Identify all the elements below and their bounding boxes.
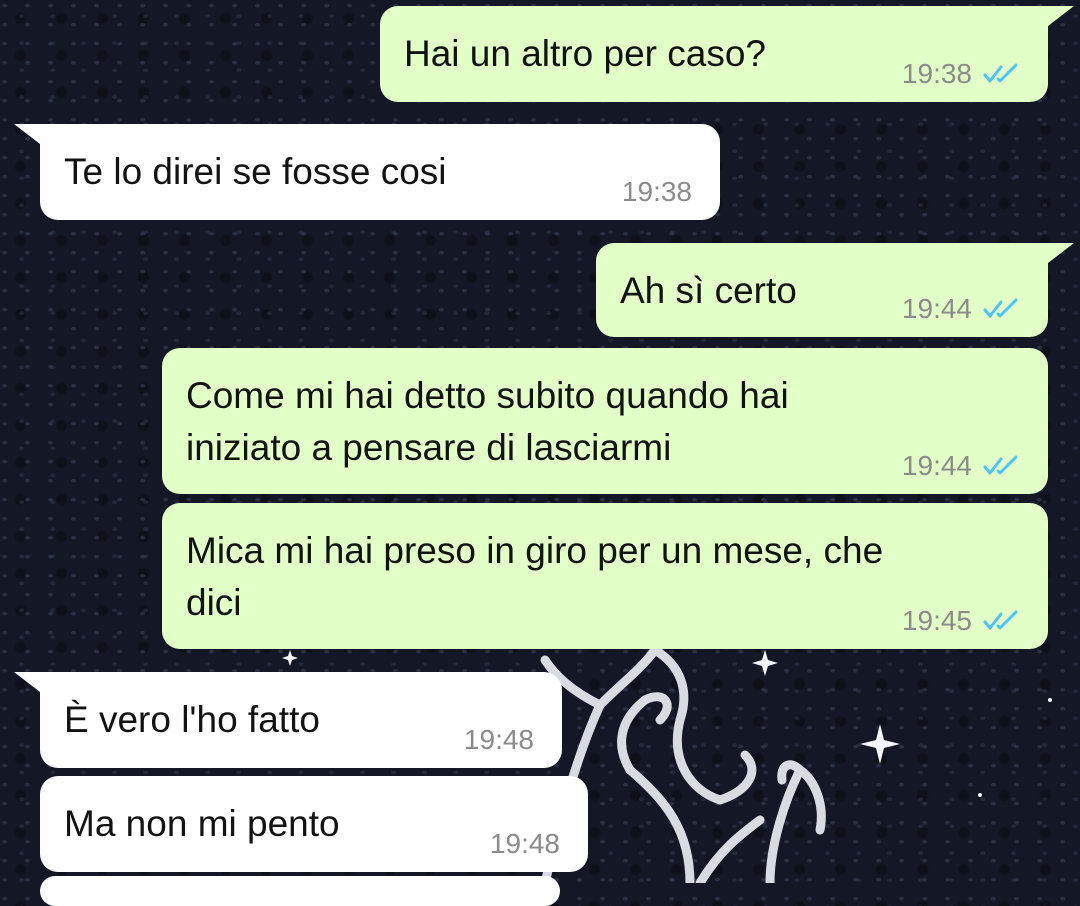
message-timestamp: 19:45 <box>901 605 972 636</box>
message-bubble-incoming[interactable]: È vero l'ho fatto 19:48 <box>14 672 562 768</box>
message-bubble-incoming[interactable]: Ma non mi pento 19:48 <box>40 776 588 872</box>
message-bubble-incoming[interactable]: Te lo direi se fosse cosi 19:38 <box>14 124 720 220</box>
double-check-icon <box>983 610 1018 630</box>
message-meta: 19:38 <box>622 176 692 208</box>
double-check-icon <box>983 298 1018 318</box>
message-meta: 19:48 <box>490 828 560 860</box>
message-timestamp: 19:38 <box>901 58 972 89</box>
message-text: Come mi hai detto subito quando hai iniz… <box>186 375 789 468</box>
message-text: Hai un altro per caso? <box>404 33 766 74</box>
message-bubble-outgoing[interactable]: Hai un altro per caso? 19:38 <box>380 6 1074 102</box>
message-meta: 19:38 <box>902 58 1022 90</box>
message-bubble-outgoing[interactable]: Mica mi hai preso in giro per un mese, c… <box>162 503 1048 649</box>
message-text: Ah sì certo <box>620 270 797 311</box>
message-text: Mica mi hai preso in giro per un mese, c… <box>186 530 884 623</box>
message-timestamp: 19:48 <box>463 724 534 755</box>
message-meta: 19:44 <box>902 450 1022 482</box>
message-text: È vero l'ho fatto <box>64 699 320 740</box>
message-timestamp: 19:38 <box>621 176 692 207</box>
message-bubble-outgoing[interactable]: Come mi hai detto subito quando hai iniz… <box>162 348 1048 494</box>
message-timestamp: 19:44 <box>901 293 972 324</box>
message-text: Ma non mi pento <box>64 803 340 844</box>
message-meta: 19:45 <box>902 605 1022 637</box>
double-check-icon <box>983 455 1018 475</box>
message-bubble-outgoing[interactable]: Ah sì certo 19:44 <box>596 243 1074 337</box>
message-meta: 19:44 <box>902 293 1022 325</box>
message-meta: 19:48 <box>464 724 534 756</box>
message-timestamp: 19:48 <box>489 828 560 859</box>
message-text: Te lo direi se fosse cosi <box>64 151 447 192</box>
message-bubble-partial[interactable] <box>40 876 560 906</box>
message-timestamp: 19:44 <box>901 450 972 481</box>
double-check-icon <box>983 63 1018 83</box>
